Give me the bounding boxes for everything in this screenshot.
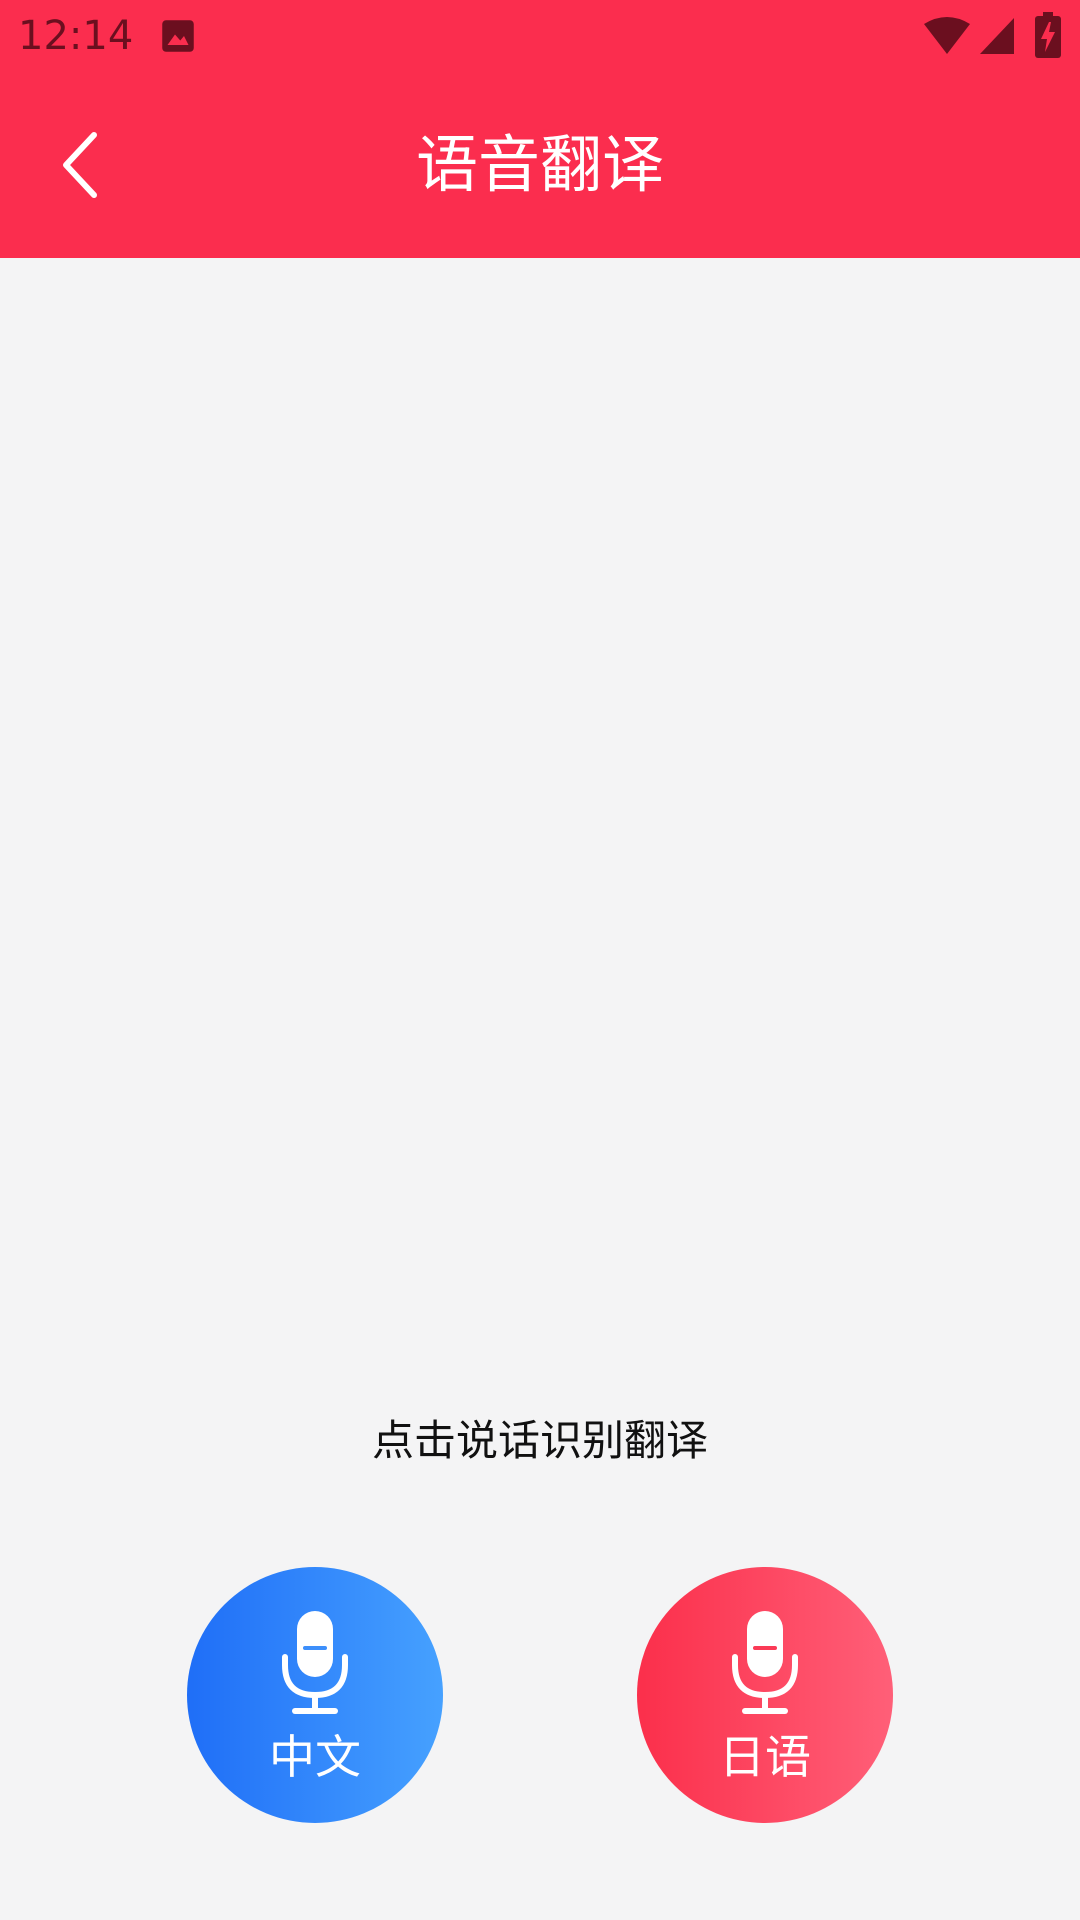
cellular-signal-icon bbox=[980, 18, 1014, 54]
microphone-icon bbox=[732, 1611, 798, 1714]
japanese-label: 日语 bbox=[719, 1730, 811, 1784]
page-title: 语音翻译 bbox=[415, 128, 664, 201]
status-time: 12:14 bbox=[18, 13, 134, 59]
battery-charging-icon bbox=[1035, 12, 1061, 58]
microphone-icon bbox=[282, 1611, 348, 1714]
chinese-voice-button[interactable]: 中文 bbox=[187, 1567, 443, 1823]
japanese-voice-button[interactable]: 日语 bbox=[637, 1567, 893, 1823]
app-header: 12:14 语音翻译 bbox=[0, 0, 1080, 258]
status-bar: 12:14 bbox=[0, 0, 1080, 72]
gallery-icon bbox=[162, 20, 194, 52]
wifi-icon bbox=[924, 17, 970, 54]
hint-text: 点击说话识别翻译 bbox=[371, 1416, 708, 1465]
chinese-label: 中文 bbox=[269, 1730, 361, 1784]
